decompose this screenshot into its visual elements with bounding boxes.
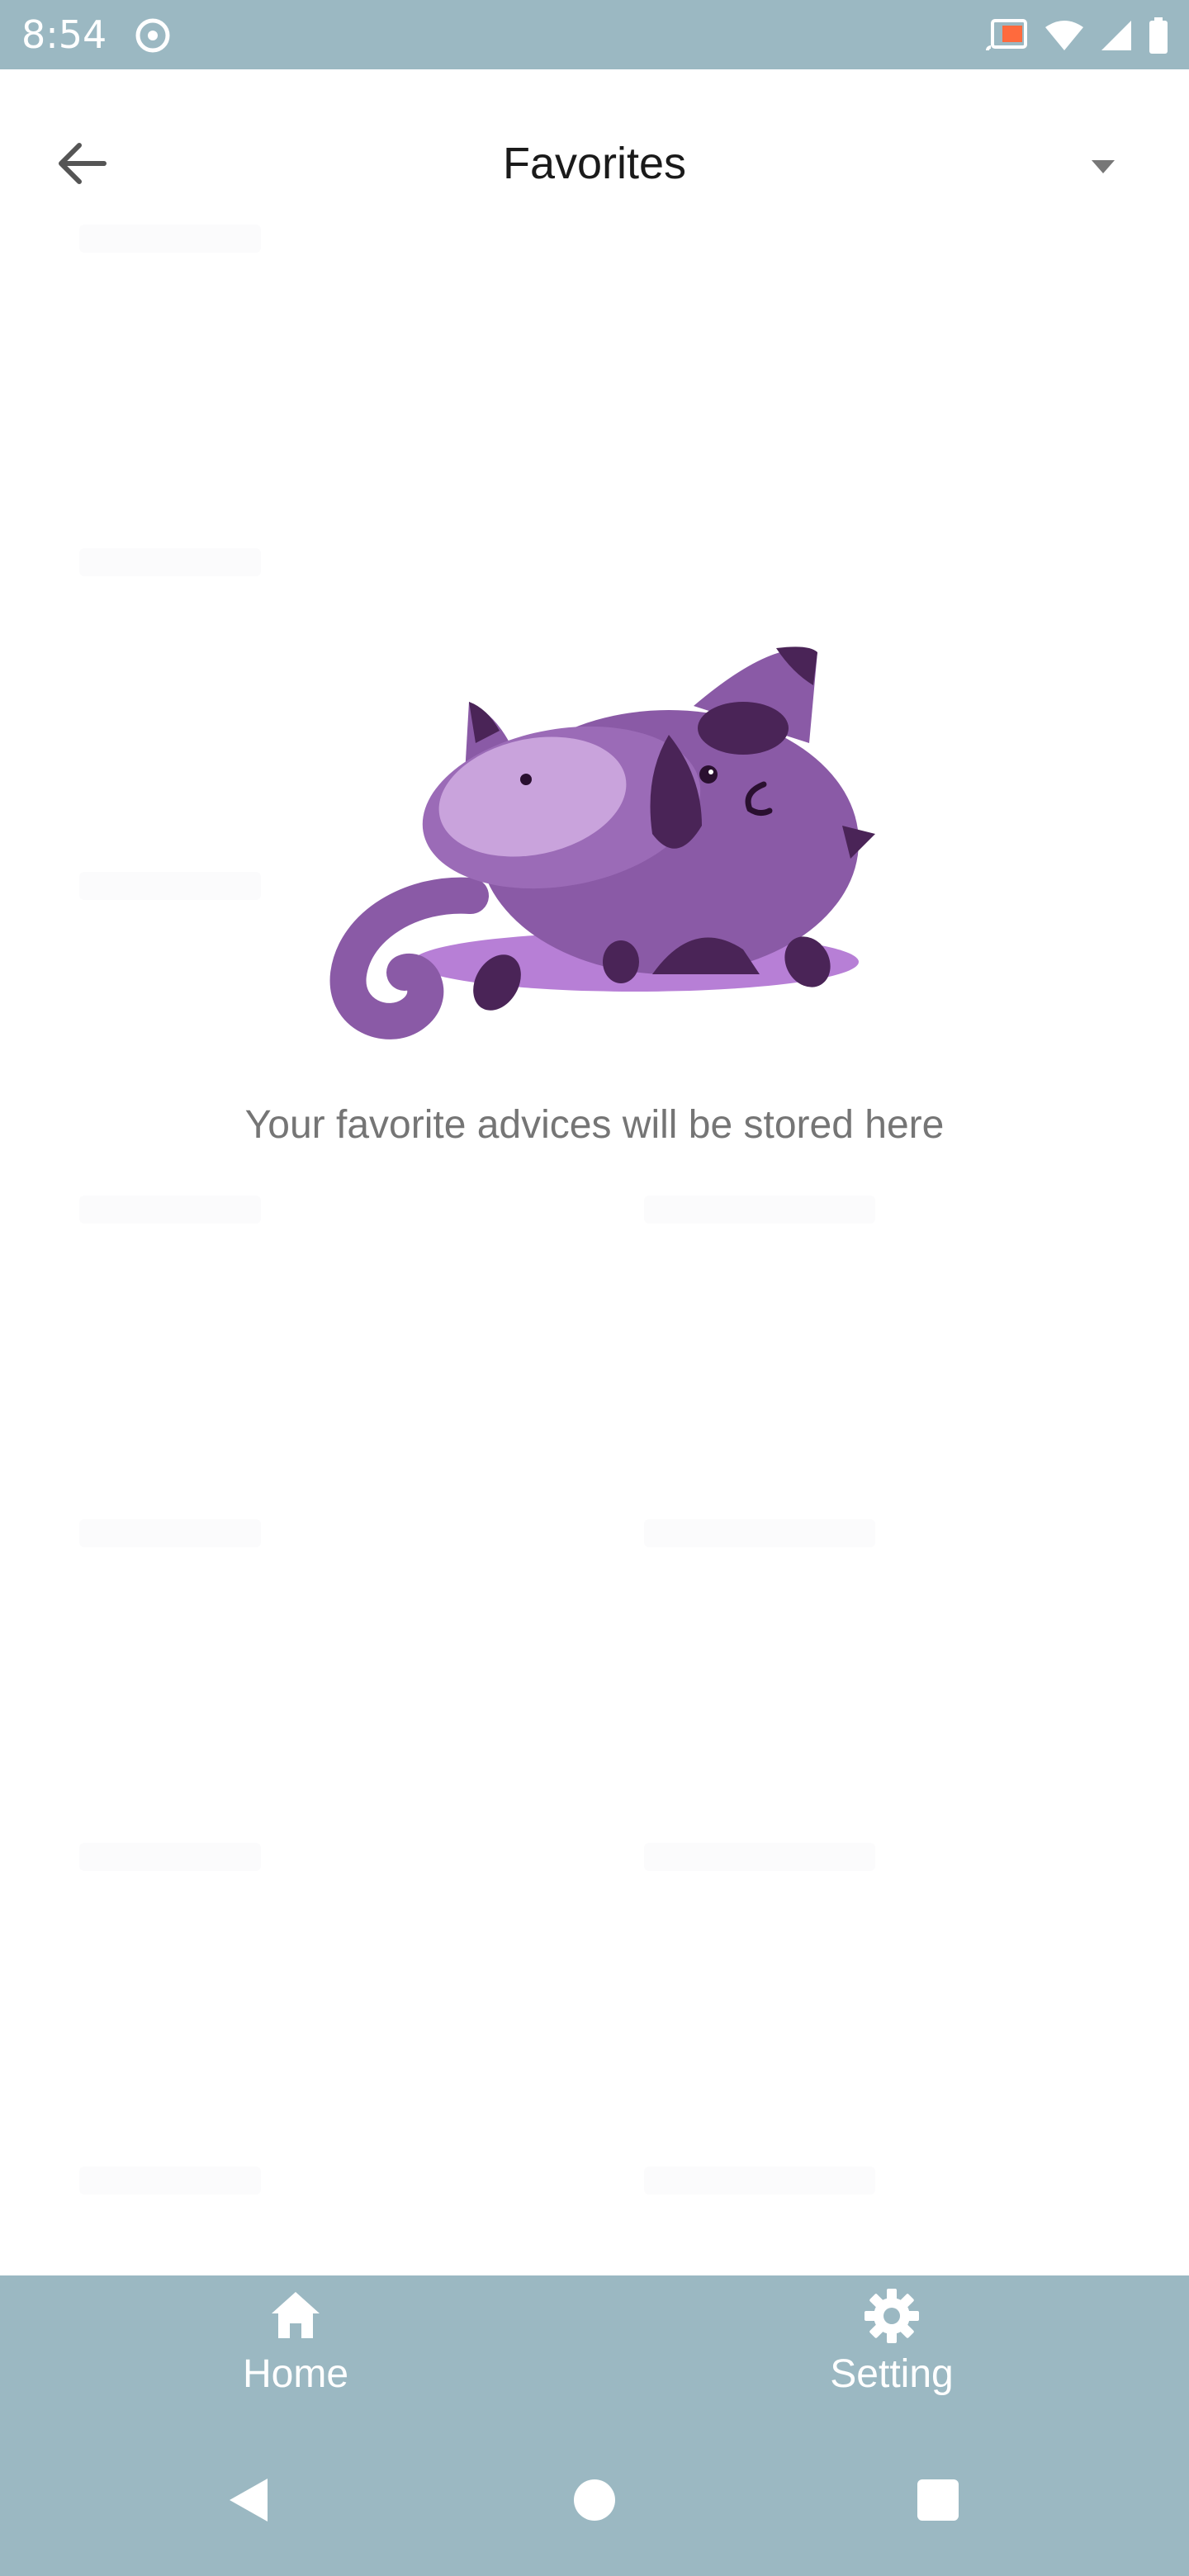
ghost-placeholder — [644, 1196, 875, 1224]
cellular-icon — [1100, 19, 1133, 52]
nav-setting-label: Setting — [830, 2352, 954, 2396]
home-circle-icon — [571, 2477, 618, 2527]
dropdown-triangle-icon — [1090, 159, 1116, 179]
nav-setting-button[interactable]: Setting — [768, 2287, 1016, 2411]
gear-icon — [863, 2287, 921, 2345]
status-icons — [986, 15, 1169, 56]
ghost-placeholder — [644, 1843, 875, 1871]
purple-cat-illustration — [314, 627, 892, 1040]
recents-square-icon — [915, 2477, 961, 2527]
cast-icon — [986, 17, 1029, 54]
status-time: 8:54 — [21, 12, 107, 57]
favorites-screen: 8:54 Favorites Your favorite advices wil… — [0, 0, 1189, 2576]
nav-home-button[interactable]: Home — [172, 2287, 419, 2411]
page-title: Favorites — [502, 139, 687, 188]
app-header: Favorites — [0, 69, 1189, 234]
status-bar: 8:54 — [0, 0, 1189, 69]
media-icon — [134, 17, 172, 54]
ghost-placeholder — [79, 2166, 261, 2195]
bottom-navigation: Home Setting — [0, 2275, 1189, 2427]
ghost-placeholder — [79, 225, 261, 253]
home-icon — [267, 2287, 324, 2345]
ghost-placeholder — [79, 548, 261, 576]
ghost-placeholder — [79, 872, 261, 900]
ghost-placeholder — [79, 1843, 261, 1871]
dropdown-button[interactable] — [1062, 127, 1144, 210]
arrow-left-icon — [54, 140, 107, 191]
ghost-placeholder — [79, 1196, 261, 1224]
system-recents-button[interactable] — [888, 2452, 988, 2551]
battery-icon — [1148, 17, 1169, 54]
nav-home-label: Home — [242, 2352, 349, 2396]
system-home-button[interactable] — [545, 2452, 644, 2551]
system-back-button[interactable] — [198, 2452, 297, 2551]
wifi-icon — [1044, 19, 1085, 52]
ghost-placeholder — [644, 2166, 875, 2195]
ghost-placeholder — [644, 1519, 875, 1547]
ghost-placeholder — [79, 1519, 261, 1547]
empty-state-message: Your favorite advices will be stored her… — [244, 1103, 945, 1147]
system-navigation-bar — [0, 2427, 1189, 2576]
back-triangle-icon — [225, 2475, 271, 2529]
back-button[interactable] — [40, 124, 122, 206]
